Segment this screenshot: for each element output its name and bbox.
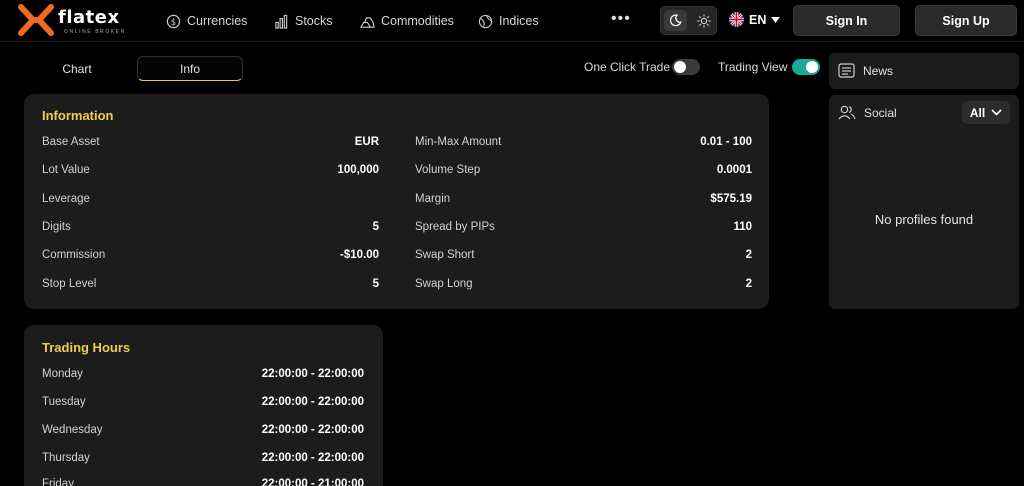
lot-value-value: 100,000 [337,164,379,176]
margin-value: $575.19 [710,193,752,205]
sign-in-button[interactable]: Sign In [793,5,900,36]
news-header[interactable]: News [838,63,893,78]
digits-label: Digits [42,221,71,233]
social-filter-value: All [969,105,986,120]
margin-label: Margin [415,193,451,205]
friday-label: Friday [42,478,74,486]
light-mode-button[interactable] [693,10,714,31]
language-code: EN [749,12,767,27]
volume-step-label: Volume Step [415,164,481,176]
trading-view-label: Trading View [718,60,788,74]
social-header: Social [838,105,897,120]
swap-long-value: 2 [745,278,752,290]
one-click-trade-toggle[interactable] [672,59,700,75]
tab-chart[interactable]: Chart [28,56,126,81]
users-icon [838,105,856,120]
theme-switcher [660,6,717,35]
tuesday-hours: 22:00:00 - 22:00:00 [261,396,364,408]
swap-long-label: Swap Long [415,278,473,290]
information-title: Information [42,108,114,123]
trading-view-toggle[interactable] [792,59,820,75]
language-selector[interactable]: EN [729,12,781,27]
swap-short-value: 2 [745,249,752,261]
flatex-logo[interactable]: flatex ONLINE BROKER [16,3,141,37]
one-click-trade-label: One Click Trade [584,60,671,74]
moon-icon [669,14,682,27]
no-profiles-message: No profiles found [874,212,974,227]
wednesday-hours: 22:00:00 - 22:00:00 [261,424,364,436]
logo-x-mark [18,4,54,36]
nav-currencies[interactable]: $ Currencies [166,12,247,30]
trading-hours-title: Trading Hours [42,340,131,355]
thursday-hours: 22:00:00 - 22:00:00 [261,452,364,464]
swap-short-label: Swap Short [415,249,475,261]
wednesday-label: Wednesday [42,424,103,436]
news-icon [838,63,855,78]
commission-value: -$10.00 [339,249,379,261]
coin-icon: $ [166,14,181,28]
caret-down-icon [771,16,781,23]
social-card [829,95,1019,309]
thursday-label: Thursday [42,452,90,464]
lot-value-label: Lot Value [42,164,90,176]
more-menu-icon[interactable]: ••• [611,10,631,28]
commission-label: Commission [42,249,106,261]
monday-hours: 22:00:00 - 22:00:00 [261,368,364,380]
digits-value: 5 [372,221,379,233]
commodities-icon [360,16,375,28]
news-label: News [863,63,894,78]
nav-commodities[interactable]: Commodities [360,12,454,30]
leverage-label: Leverage [42,193,90,205]
dark-mode-button[interactable] [664,10,687,31]
base-asset-value: EUR [354,136,379,148]
bar-chart-icon [275,14,288,29]
logo-wordmark: flatex [58,7,120,28]
monday-label: Monday [42,368,83,380]
min-max-amount-value: 0.01 - 100 [700,136,752,148]
social-label: Social [864,105,897,120]
spread-label: Spread by PIPs [415,221,495,233]
tuesday-label: Tuesday [42,396,86,408]
social-filter-dropdown[interactable]: All [962,101,1010,124]
logo-tagline: ONLINE BROKER [64,29,126,35]
stop-level-label: Stop Level [42,278,97,290]
stop-level-value: 5 [372,278,379,290]
sun-icon [696,13,711,28]
sign-up-button[interactable]: Sign Up [915,5,1017,36]
nav-stocks[interactable]: Stocks [274,12,333,30]
base-asset-label: Base Asset [42,136,100,148]
uk-flag-icon [729,12,744,27]
top-header: flatex ONLINE BROKER $ Currencies Stocks… [0,0,1024,42]
friday-hours: 22:00:00 - 21:00:00 [261,478,364,486]
min-max-amount-label: Min-Max Amount [415,136,502,148]
nav-currencies-label: Currencies [187,14,248,28]
tab-info[interactable]: Info [137,56,243,81]
nav-stocks-label: Stocks [295,14,333,28]
nav-indices-label: Indices [499,14,539,28]
svg-text:$: $ [171,16,176,26]
volume-step-value: 0.0001 [716,164,752,176]
globe-icon [478,14,493,28]
nav-indices[interactable]: Indices [478,12,539,30]
nav-commodities-label: Commodities [381,14,454,28]
spread-value: 110 [733,221,752,233]
chevron-down-icon [991,109,1002,116]
